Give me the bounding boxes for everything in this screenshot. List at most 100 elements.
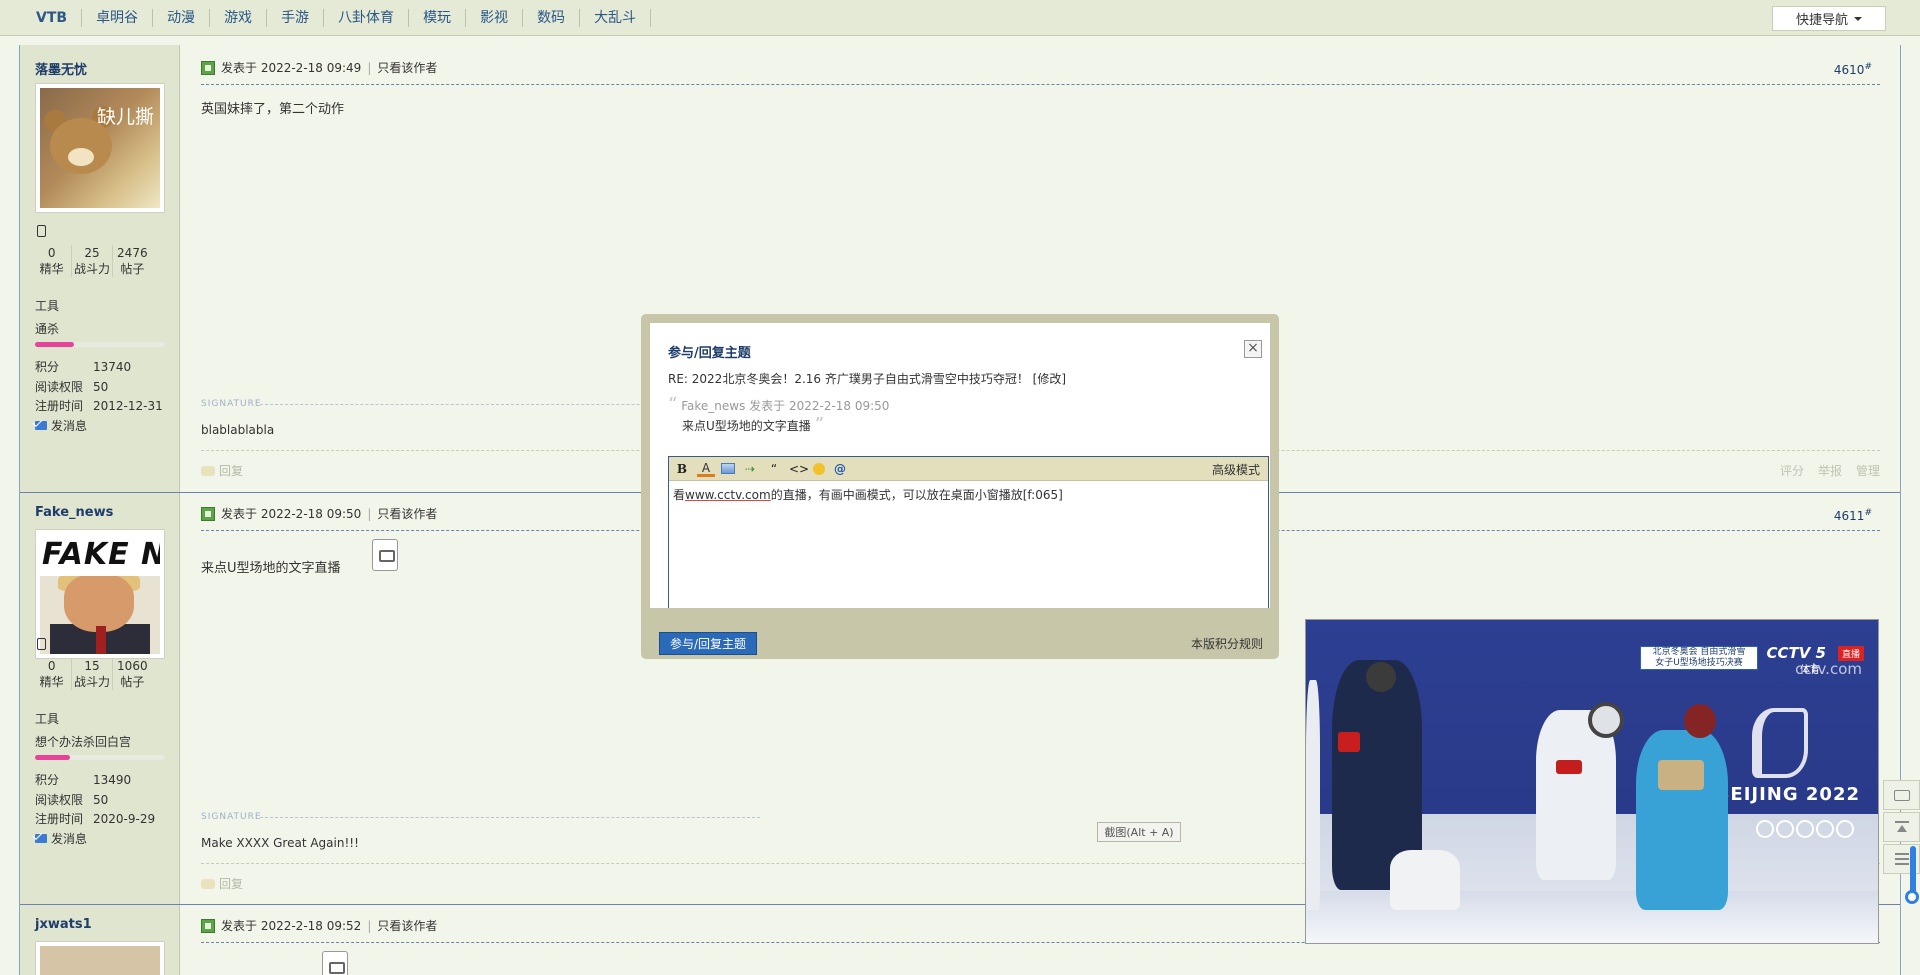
submit-reply-button[interactable]: 参与/回复主题 (659, 632, 757, 655)
nav-item-movies[interactable]: 影视 (466, 9, 524, 27)
floor-number[interactable]: 4611# (1834, 508, 1872, 523)
ring (1796, 820, 1814, 838)
info-register-date: 注册时间 2020-9-29 (35, 810, 155, 827)
quick-nav-button[interactable]: 快捷导航 (1772, 6, 1886, 31)
info-key: 阅读权限 (35, 793, 84, 807)
nav-item-games[interactable]: 游戏 (210, 9, 268, 27)
report-link[interactable]: 举报 (1818, 462, 1842, 479)
send-message-label: 发消息 (51, 832, 88, 846)
reply-icon (201, 878, 215, 889)
send-message-link[interactable]: 发消息 (35, 417, 87, 434)
author-name[interactable]: jxwats1 (35, 917, 92, 932)
post-meta: 发表于 2022-2-18 09:52 | 只看该作者 (201, 917, 437, 934)
quick-reply-button[interactable] (1883, 780, 1920, 810)
user-rank: 想个办法杀回白宫 (35, 735, 132, 749)
bold-button[interactable]: B (673, 460, 691, 478)
stat-value: 2476 (117, 246, 148, 260)
info-read-permission: 阅读权限 50 (35, 378, 108, 395)
avatar[interactable] (35, 941, 165, 975)
close-icon[interactable]: × (1244, 340, 1262, 358)
reply-label: 回复 (219, 464, 244, 478)
nav-item-zhuomingu[interactable]: 卓明谷 (82, 9, 154, 27)
nav-item-digital[interactable]: 数码 (523, 9, 581, 27)
author-name[interactable]: Fake_news (35, 505, 113, 520)
user-stats: 0 精华 25 战斗力 2476 帖子 (32, 245, 152, 277)
only-author-link[interactable]: 只看该作者 (377, 917, 437, 934)
link-icon[interactable]: ⇢ (741, 460, 759, 478)
info-key: 积分 (35, 773, 60, 787)
code-button[interactable]: <> (789, 460, 809, 478)
post-time: 发表于 2022-2-18 09:50 (221, 507, 362, 521)
mention-button[interactable]: @ (831, 460, 849, 478)
rate-link[interactable]: 评分 (1780, 462, 1804, 479)
send-message-label: 发消息 (51, 419, 88, 433)
avatar-image (40, 946, 160, 975)
reply-button[interactable]: 回复 (201, 875, 243, 892)
author-name[interactable]: 落墨无忧 (35, 59, 87, 78)
nav-item-sports[interactable]: 八卦体育 (324, 9, 410, 27)
post-meta: 发表于 2022-2-18 09:50 | 只看该作者 (201, 505, 437, 522)
volunteer-figure (1636, 730, 1728, 910)
stat-power[interactable]: 25 战斗力 (72, 245, 113, 277)
caption-line: 北京冬奥会 自由式滑雪 (1652, 647, 1746, 657)
user-rank: 通杀 (35, 322, 60, 336)
stat-posts[interactable]: 1060 帖子 (113, 658, 152, 690)
info-value: 50 (93, 380, 109, 394)
info-value: 50 (93, 793, 109, 807)
avatar[interactable]: 缺儿撕 (35, 83, 165, 213)
post-content: 来点U型场地的文字直播 (201, 557, 341, 576)
manage-link[interactable]: 管理 (1856, 462, 1880, 479)
stat-digest[interactable]: 0 精华 (32, 658, 73, 690)
stat-value: 1060 (117, 659, 148, 673)
nav-item-vtb[interactable]: VTB (22, 9, 83, 27)
stat-value: 25 (84, 246, 100, 260)
list-icon (1894, 853, 1909, 865)
avatar-tie (96, 626, 106, 654)
only-author-link[interactable]: 只看该作者 (377, 59, 437, 76)
info-key: 积分 (35, 360, 60, 374)
quote-button[interactable]: “ (765, 460, 783, 478)
screenshot-tooltip: 截图(Alt + A) (1097, 822, 1181, 842)
rank-progress-fill (35, 755, 71, 760)
nav-item-mobile-games[interactable]: 手游 (267, 9, 325, 27)
send-message-link[interactable]: 发消息 (35, 830, 87, 847)
reply-icon (201, 465, 215, 476)
stat-power[interactable]: 15 战斗力 (72, 658, 113, 690)
image-icon[interactable] (721, 463, 735, 474)
avatar-caption: 缺儿撕 (96, 106, 154, 128)
caption-line: 女子U型场地技巧决赛 (1655, 658, 1743, 668)
stat-digest[interactable]: 0 精华 (32, 245, 73, 277)
info-key: 注册时间 (35, 399, 84, 413)
info-value: 2020-9-29 (93, 812, 156, 826)
nav-item-models[interactable]: 模玩 (409, 9, 467, 27)
nav-item-anime[interactable]: 动漫 (153, 9, 211, 27)
credit-rules-link[interactable]: 本版积分规则 (1191, 635, 1263, 652)
back-to-top-button[interactable] (1883, 812, 1920, 842)
font-color-button[interactable]: A (697, 461, 715, 477)
signature-text: Make XXXX Great Again!!! (201, 836, 359, 850)
floor-number[interactable]: 4610# (1834, 62, 1872, 77)
reply-textarea[interactable]: 看www.cctv.com的直播，有画中画模式，可以放在桌面小窗播放[f:065… (669, 482, 1268, 612)
user-stats: 0 精华 15 战斗力 1060 帖子 (32, 658, 152, 690)
smiley-icon[interactable] (813, 462, 825, 475)
floor-value: 4611 (1833, 509, 1865, 523)
top-navigation: VTB 卓明谷 动漫 游戏 手游 八卦体育 模玩 影视 数码 大乱斗 快捷导航 (0, 0, 1920, 36)
advanced-mode-link[interactable]: 高级模式 (1212, 461, 1260, 478)
only-author-link[interactable]: 只看该作者 (377, 505, 437, 522)
pip-video-player[interactable]: BEIJING 2022 北京冬奥会 自由式滑雪 女子U型场地技巧决赛 CCTV… (1305, 619, 1879, 944)
back-to-top-icon (1894, 821, 1909, 833)
olympic-rings-icon (1756, 820, 1854, 838)
athlete-figure (1306, 680, 1320, 910)
reply-dialog: 参与/回复主题 × RE: 2022北京冬奥会！2.16 齐广璞男子自由式滑雪空… (641, 314, 1279, 659)
avatar[interactable]: FAKE NEW (35, 529, 165, 659)
info-value: 2012-12-31 (93, 399, 163, 413)
info-credits: 积分 13740 (35, 358, 131, 375)
scroll-handle[interactable] (1905, 890, 1919, 904)
beijing-2022-emblem: BEIJING 2022 (1716, 708, 1860, 805)
stat-posts[interactable]: 2476 帖子 (113, 245, 152, 277)
mail-icon (35, 834, 47, 843)
stat-value: 0 (47, 246, 56, 260)
avatar-bear-muzzle (68, 148, 94, 166)
nav-item-brawl[interactable]: 大乱斗 (580, 9, 652, 27)
reply-button[interactable]: 回复 (201, 462, 243, 479)
